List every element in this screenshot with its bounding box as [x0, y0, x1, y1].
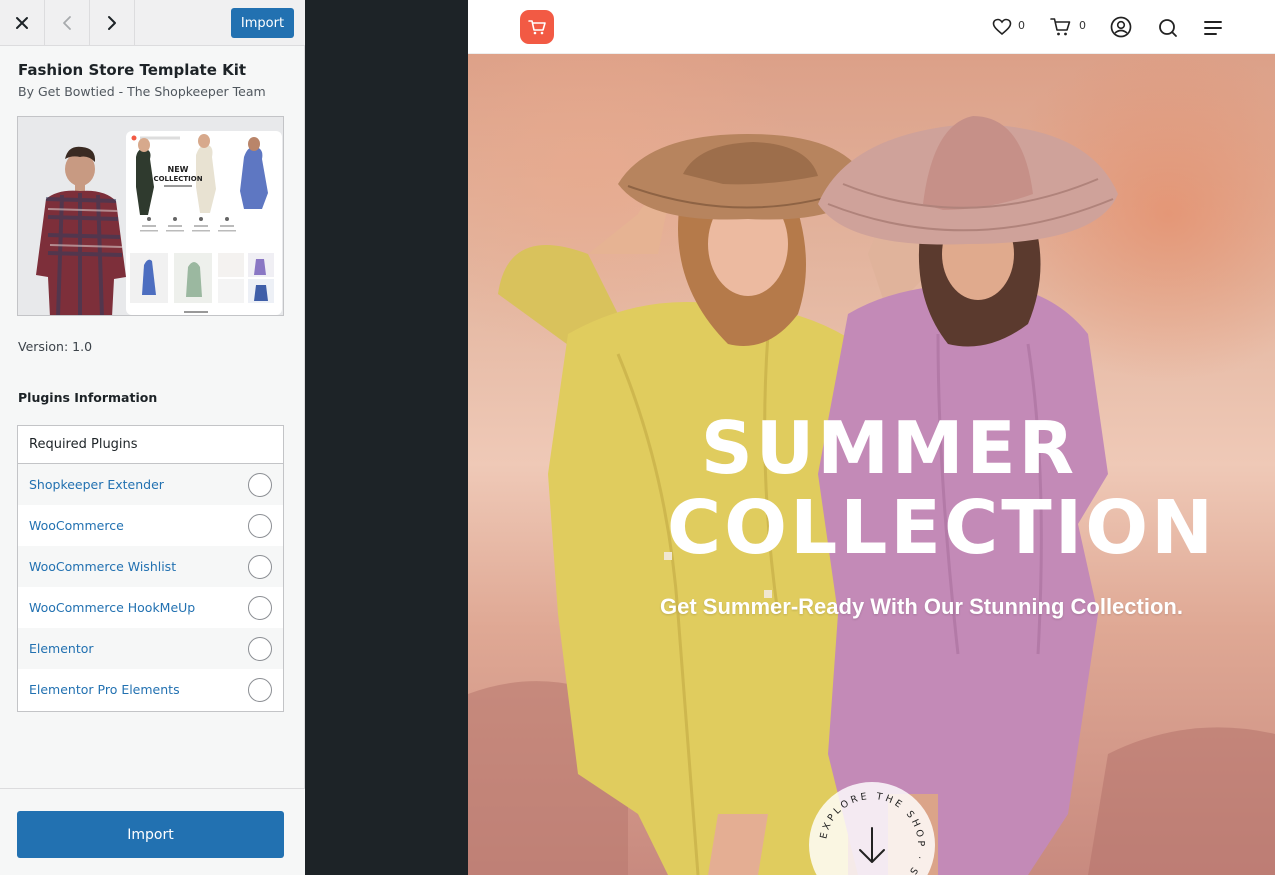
search-icon[interactable] [1158, 18, 1178, 38]
plugin-row: Elementor Pro Elements [18, 669, 283, 710]
close-icon [16, 17, 28, 29]
plugin-link-elementor-pro-elements[interactable]: Elementor Pro Elements [29, 682, 180, 697]
kit-details-sidebar: Import Fashion Store Template Kit By Get… [0, 0, 305, 875]
explore-shop-badge[interactable]: EXPLORE THE SHOP · SCROLL · [809, 782, 935, 875]
account-icon[interactable] [1110, 16, 1132, 38]
plugin-row: WooCommerce [18, 505, 283, 546]
template-kit-preview-app: Import Fashion Store Template Kit By Get… [0, 0, 1275, 875]
chevron-left-icon [63, 16, 71, 30]
plugin-status-circle [248, 513, 272, 538]
kit-author: By Get Bowtied - The Shopkeeper Team [18, 84, 266, 99]
kit-version: Version: 1.0 [18, 339, 93, 354]
menu-icon[interactable] [1203, 20, 1223, 36]
kit-thumbnail-graphic: NEW COLLECTION [18, 117, 283, 315]
hero-subtitle: Get Summer-Ready With Our Stunning Colle… [660, 594, 1183, 619]
thumbnail-heading-line1: NEW [168, 165, 189, 174]
import-button-top[interactable]: Import [231, 8, 294, 38]
plugin-status-circle [248, 677, 272, 702]
wishlist-count: 0 [1018, 19, 1025, 32]
site-preview-frame[interactable]: 0 0 SUMMER COLLECTION Get Summer-Ready W… [468, 0, 1275, 875]
kit-title: Fashion Store Template Kit [18, 61, 247, 79]
arrow-down-icon [859, 827, 885, 863]
sidebar-footer: Import [0, 788, 305, 875]
shopping-cart-logo-icon [528, 20, 546, 35]
plugin-link-elementor[interactable]: Elementor [29, 641, 94, 656]
hero-banner: SUMMER COLLECTION Get Summer-Ready With … [468, 54, 1275, 875]
plugin-row: Shopkeeper Extender [18, 464, 283, 505]
hero-title-line2: COLLECTION [666, 485, 1217, 571]
hero-title-line1: SUMMER [700, 406, 1078, 490]
required-plugins-table: Required Plugins Shopkeeper Extender Woo… [17, 425, 284, 712]
cart-count: 0 [1079, 19, 1086, 32]
plugins-information-heading: Plugins Information [18, 390, 158, 405]
thumbnail-heading-line2: COLLECTION [153, 175, 202, 183]
plugin-row: WooCommerce Wishlist [18, 546, 283, 587]
plugin-row: Elementor [18, 628, 283, 669]
required-plugins-header: Required Plugins [18, 426, 283, 464]
cart-icon[interactable] [1050, 17, 1072, 37]
previous-button[interactable] [45, 0, 90, 46]
plugin-status-circle [248, 472, 272, 497]
import-button[interactable]: Import [17, 811, 284, 858]
plugin-row: WooCommerce HookMeUp [18, 587, 283, 628]
plugin-status-circle [248, 595, 272, 620]
close-button[interactable] [0, 0, 45, 46]
site-logo[interactable] [520, 10, 554, 44]
plugin-link-woocommerce-wishlist[interactable]: WooCommerce Wishlist [29, 559, 176, 574]
sidebar-toolbar: Import [0, 0, 305, 46]
plugin-status-circle [248, 554, 272, 579]
plugin-status-circle [248, 636, 272, 661]
explore-badge-graphic: EXPLORE THE SHOP · SCROLL · [818, 791, 923, 875]
plugin-list: Shopkeeper Extender WooCommerce WooComme… [18, 464, 283, 710]
plugin-link-woocommerce-hookmeup[interactable]: WooCommerce HookMeUp [29, 600, 195, 615]
plugin-link-shopkeeper-extender[interactable]: Shopkeeper Extender [29, 477, 164, 492]
chevron-right-icon [108, 16, 116, 30]
next-button[interactable] [90, 0, 135, 46]
heart-icon[interactable] [992, 18, 1012, 36]
kit-thumbnail: NEW COLLECTION [17, 116, 284, 316]
site-header: 0 0 [468, 0, 1275, 54]
plugin-link-woocommerce[interactable]: WooCommerce [29, 518, 124, 533]
